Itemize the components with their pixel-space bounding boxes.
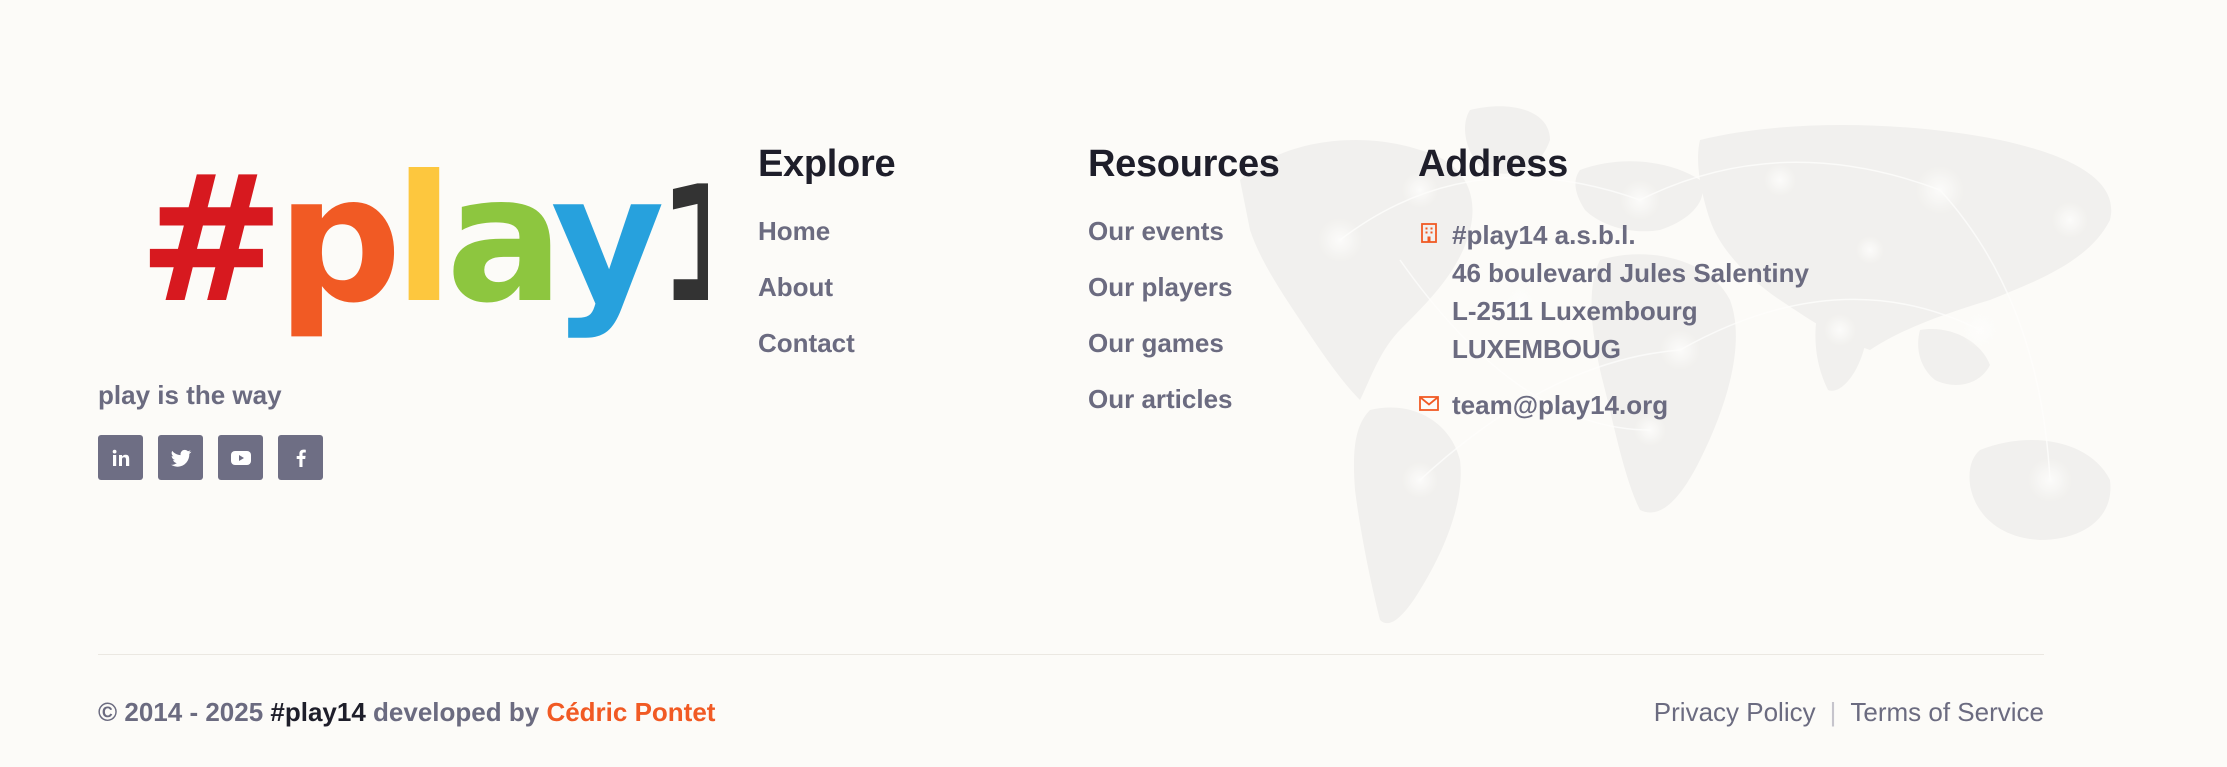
social-links xyxy=(98,435,698,480)
email-link[interactable]: team@play14.org xyxy=(1452,386,1668,424)
explore-column: Explore Home About Contact xyxy=(758,143,896,384)
explore-links: Home About Contact xyxy=(758,216,895,359)
address-line-city: L-2511 Luxembourg xyxy=(1452,296,1698,326)
footer-divider xyxy=(98,654,2044,655)
resources-column: Resources Our events Our players Our gam… xyxy=(1088,143,1280,440)
legal-links: Privacy Policy | Terms of Service xyxy=(1654,697,2044,728)
address-lines: #play14 a.s.b.l. 46 boulevard Jules Sale… xyxy=(1452,216,1809,368)
footer-bottom-bar: © 2014 - 2025 #play14 developed by Cédri… xyxy=(98,697,2044,728)
mail-icon xyxy=(1419,396,1439,411)
play14-logo[interactable]: #play14 xyxy=(138,150,708,350)
address-line-street: 46 boulevard Jules Salentiny xyxy=(1452,258,1809,288)
facebook-icon xyxy=(296,449,306,467)
copyright: © 2014 - 2025 #play14 developed by Cédri… xyxy=(98,697,715,728)
resources-heading: Resources xyxy=(1088,143,1280,185)
nav-link-home[interactable]: Home xyxy=(758,216,830,246)
legal-separator: | xyxy=(1829,697,1837,727)
address-line-country: LUXEMBOUG xyxy=(1452,334,1621,364)
building-icon xyxy=(1421,223,1437,243)
developer-link[interactable]: Cédric Pontet xyxy=(546,697,715,727)
address-line-org: #play14 a.s.b.l. xyxy=(1452,220,1636,250)
facebook-button[interactable] xyxy=(278,435,323,480)
copyright-years: © 2014 - 2025 xyxy=(98,697,264,727)
postal-address: #play14 a.s.b.l. 46 boulevard Jules Sale… xyxy=(1418,216,1809,368)
resources-links: Our events Our players Our games Our art… xyxy=(1088,216,1280,415)
developed-by-label: developed by xyxy=(373,697,540,727)
brand-column: #play14 play is the way xyxy=(98,150,708,480)
explore-heading: Explore xyxy=(758,143,896,185)
linkedin-icon xyxy=(112,449,129,466)
nav-link-our-games[interactable]: Our games xyxy=(1088,328,1224,358)
copyright-brand: #play14 xyxy=(270,697,366,727)
nav-link-our-events[interactable]: Our events xyxy=(1088,216,1224,246)
nav-link-our-articles[interactable]: Our articles xyxy=(1088,384,1233,414)
nav-link-contact[interactable]: Contact xyxy=(758,328,855,358)
twitter-icon xyxy=(170,449,191,467)
twitter-button[interactable] xyxy=(158,435,203,480)
nav-link-our-players[interactable]: Our players xyxy=(1088,272,1233,302)
address-heading: Address xyxy=(1418,143,1568,185)
nav-link-about[interactable]: About xyxy=(758,272,833,302)
tagline: play is the way xyxy=(98,380,282,410)
svg-text:#play14: #play14 xyxy=(138,150,708,342)
youtube-icon xyxy=(230,450,251,465)
youtube-button[interactable] xyxy=(218,435,263,480)
address-column: Address #play14 a.s.b.l. 46 boulevard Ju… xyxy=(1418,143,1809,442)
email-row: team@play14.org xyxy=(1418,386,1809,424)
privacy-policy-link[interactable]: Privacy Policy xyxy=(1654,697,1816,728)
site-footer: #play14 play is the way xyxy=(0,0,2227,767)
terms-of-service-link[interactable]: Terms of Service xyxy=(1850,697,2044,728)
linkedin-button[interactable] xyxy=(98,435,143,480)
